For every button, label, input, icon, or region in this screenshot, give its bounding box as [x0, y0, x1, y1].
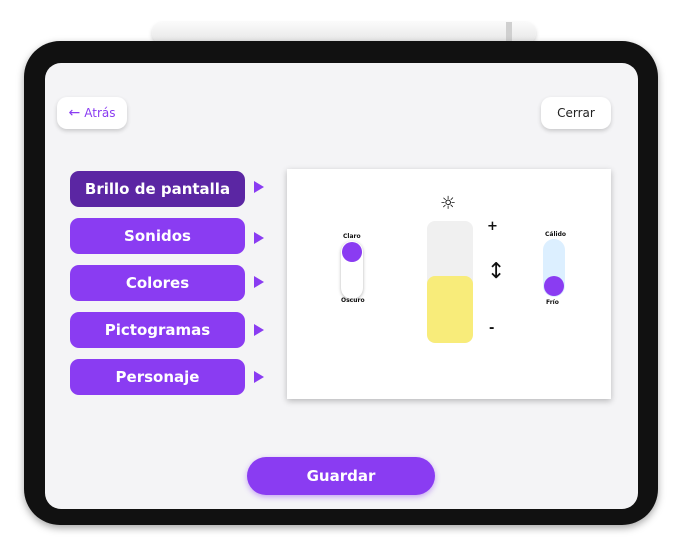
- menu-item-label: Brillo de pantalla: [84, 180, 231, 198]
- menu-item-sonidos[interactable]: Sonidos: [70, 218, 245, 254]
- brightness-slider[interactable]: [427, 221, 473, 343]
- menu-item-label: Personaje: [115, 368, 200, 386]
- menu-item-pictogramas[interactable]: Pictogramas: [70, 312, 245, 348]
- minus-icon: -: [489, 321, 495, 336]
- menu-item-personaje[interactable]: Personaje: [70, 359, 245, 395]
- frio-label: Frío: [546, 299, 559, 306]
- up-down-arrow-icon: ↕: [487, 259, 506, 284]
- save-button[interactable]: Guardar: [247, 457, 435, 495]
- play-icon: [254, 232, 264, 244]
- menu-item-label: Pictogramas: [104, 321, 211, 339]
- play-icon: [254, 276, 264, 288]
- sun-icon: ☼: [440, 193, 457, 214]
- back-button-label: Atrás: [84, 106, 116, 120]
- close-button[interactable]: Cerrar: [541, 97, 611, 129]
- back-arrow-icon: ←: [68, 105, 81, 121]
- brightness-level: [427, 276, 473, 343]
- menu-item-label: Colores: [125, 274, 190, 292]
- toggle-knob[interactable]: [544, 276, 564, 296]
- toggle-knob[interactable]: [342, 242, 362, 262]
- play-icon: [254, 324, 264, 336]
- calido-label: Cálido: [545, 231, 566, 238]
- play-icon: [254, 181, 264, 193]
- play-icon: [254, 371, 264, 383]
- app-screen: ← Atrás Cerrar Brillo de pantalla Sonido…: [45, 63, 638, 509]
- save-button-label: Guardar: [306, 467, 376, 485]
- menu-item-brillo[interactable]: Brillo de pantalla: [70, 171, 245, 207]
- back-button[interactable]: ← Atrás: [57, 97, 127, 129]
- warm-cold-toggle[interactable]: [543, 239, 565, 297]
- menu-item-colores[interactable]: Colores: [70, 265, 245, 301]
- plus-icon: +: [487, 219, 498, 234]
- close-button-label: Cerrar: [557, 106, 595, 120]
- settings-panel: Claro Oscuro ☼ + ↕ - Cálido Frío: [287, 169, 611, 399]
- menu-item-label: Sonidos: [124, 227, 191, 245]
- claro-label: Claro: [343, 233, 361, 240]
- oscuro-label: Oscuro: [341, 297, 365, 304]
- light-dark-toggle[interactable]: [341, 241, 363, 299]
